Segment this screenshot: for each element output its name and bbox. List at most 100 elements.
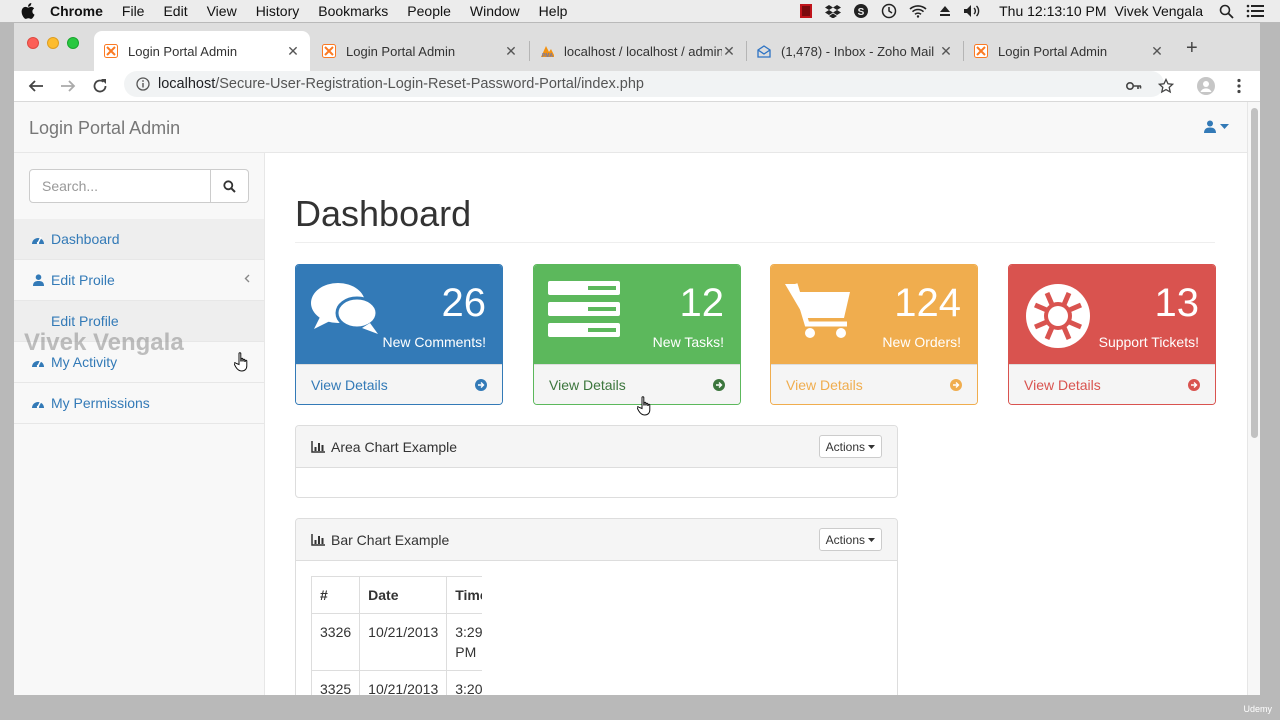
table-cell: 3:29 PM [446,613,482,671]
sidebar-item-edit-proile[interactable]: Edit Proile [14,260,264,301]
svg-text:S: S [858,7,865,18]
table-cell: 3326 [311,613,361,671]
browser-tab-2[interactable]: Login Portal Admin ✕ [312,31,528,71]
tab-title: localhost / localhost / admin [564,43,722,59]
url-path: /Secure-User-Registration-Login-Reset-Pa… [215,76,644,92]
arrow-circle-right-icon [950,378,962,391]
screen-recorder-icon[interactable] [799,3,813,19]
tab-strip: Login Portal Admin ✕ Login Portal Admin … [14,23,1260,71]
search-button[interactable] [211,169,249,203]
area-chart-panel: Area Chart Example Actions [295,425,898,498]
table-cell: 3325 [311,670,361,695]
sidebar-subitem-edit-profile[interactable]: Edit Profile [14,301,264,342]
orders-label: New Orders! [882,334,961,350]
chrome-menu-icon[interactable] [1228,75,1250,97]
view-details-link[interactable]: View Details [1009,364,1215,404]
close-window-button[interactable] [27,37,39,49]
menu-people[interactable]: People [407,3,451,19]
menubar-clock[interactable]: Thu 12:13:10 PM [999,3,1106,19]
user-dropdown[interactable] [1204,120,1229,133]
notification-center-icon[interactable] [1246,4,1264,18]
menu-help[interactable]: Help [539,3,568,19]
close-tab-icon[interactable]: ✕ [722,43,736,60]
support-count: 13 [1154,281,1200,325]
apple-menu-icon[interactable] [20,3,36,19]
shopping-cart-icon [785,281,853,344]
user-icon [1204,120,1216,133]
key-icon[interactable] [1123,75,1145,97]
url-text: localhost/Secure-User-Registration-Login… [158,76,644,92]
actions-dropdown[interactable]: Actions [818,528,882,551]
dashboard-icon [31,396,45,410]
page-scrollbar[interactable] [1247,102,1260,695]
tasks-icon [548,281,620,342]
udemy-watermark: Udemy [1243,704,1272,714]
actions-label: Actions [825,532,865,547]
view-details-label: View Details [549,376,626,393]
dropbox-icon[interactable] [825,4,842,18]
xampp-favicon [322,44,336,58]
volume-icon[interactable] [963,4,983,18]
search-input[interactable] [29,169,211,203]
scrollbar-thumb[interactable] [1251,108,1258,438]
tasks-label: New Tasks! [652,334,724,350]
comments-label: New Comments! [382,334,486,350]
tab-title: Login Portal Admin [128,43,238,59]
wifi-icon[interactable] [909,4,927,18]
view-details-link[interactable]: View Details [771,364,977,404]
view-details-link[interactable]: View Details [296,364,502,404]
arrow-circle-right-icon [713,378,725,391]
spotlight-search-icon[interactable] [1219,4,1234,19]
eject-icon[interactable] [939,5,951,17]
close-tab-icon[interactable]: ✕ [1150,43,1164,60]
actions-dropdown[interactable]: Actions [818,435,882,458]
profile-avatar-icon[interactable] [1195,75,1217,97]
reload-icon[interactable] [89,75,111,97]
hand-cursor-icon [637,396,651,416]
orders-table: # Date Time 3326 10/21/2013 3:29 PM [311,576,482,695]
browser-tab-5[interactable]: Login Portal Admin ✕ [964,31,1174,71]
back-arrow-icon[interactable] [25,75,47,97]
browser-tab-4[interactable]: (1,478) - Inbox - Zoho Mail ✕ [747,31,963,71]
bookmark-star-icon[interactable] [1155,75,1177,97]
browser-tab-3[interactable]: PMA localhost / localhost / admin ✕ [530,31,746,71]
menu-file[interactable]: File [122,3,145,19]
table-cell: 10/21/2013 [359,613,448,671]
skype-icon[interactable]: S [853,3,869,19]
browser-window: Login Portal Admin ✕ Login Portal Admin … [14,23,1260,695]
time-machine-icon[interactable] [881,3,897,19]
menu-history[interactable]: History [256,3,300,19]
arrow-circle-right-icon [1188,378,1200,391]
navbar-brand[interactable]: Login Portal Admin [29,118,180,139]
area-chart-title: Area Chart Example [331,438,458,455]
zoom-window-button[interactable] [67,37,79,49]
address-bar[interactable]: localhost/Secure-User-Registration-Login… [124,71,1164,97]
close-tab-icon[interactable]: ✕ [504,43,518,60]
page-title: Dashboard [295,193,472,234]
minimize-window-button[interactable] [47,37,59,49]
close-tab-icon[interactable]: ✕ [286,43,300,60]
sidebar-item-my-activity[interactable]: My Activity [14,342,264,383]
site-info-icon[interactable] [136,77,150,91]
sidebar-item-my-permissions[interactable]: My Permissions [14,383,264,424]
browser-tab-1[interactable]: Login Portal Admin ✕ [94,31,310,71]
view-details-label: View Details [786,376,863,393]
close-tab-icon[interactable]: ✕ [939,43,953,60]
caret-down-icon [1220,123,1229,129]
tab-title: Login Portal Admin [998,43,1108,59]
menu-bookmarks[interactable]: Bookmarks [318,3,388,19]
menu-view[interactable]: View [207,3,237,19]
svg-text:PMA: PMA [542,53,554,58]
menubar-user[interactable]: Vivek Vengala [1115,3,1203,19]
support-icon [1023,281,1093,356]
new-tab-icon[interactable]: + [1186,37,1198,60]
menu-window[interactable]: Window [470,3,520,19]
menu-edit[interactable]: Edit [163,3,187,19]
sidebar-item-dashboard[interactable]: Dashboard [14,219,264,260]
table-row: 3326 10/21/2013 3:29 PM [311,613,482,671]
support-panel: 13 Support Tickets! View Details [1008,264,1216,405]
forward-arrow-icon[interactable] [57,75,79,97]
menu-app-name[interactable]: Chrome [50,3,103,19]
bar-chart-title: Bar Chart Example [331,531,450,548]
sidebar-item-label: My Activity [51,354,118,370]
